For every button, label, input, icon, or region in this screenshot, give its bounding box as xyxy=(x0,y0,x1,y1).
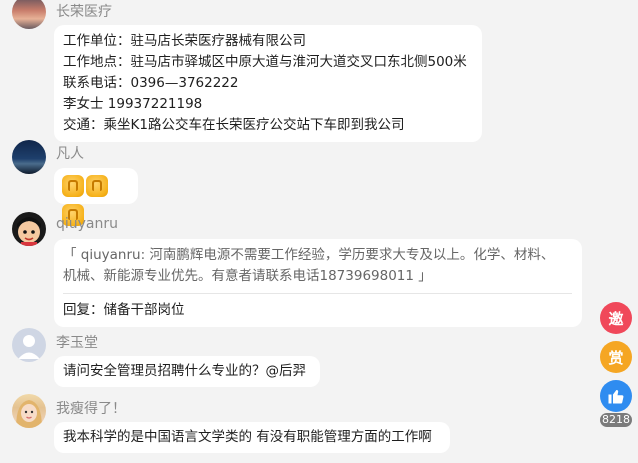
message-bubble: 我本科学的是中国语言文学类的 有没有职能管理方面的工作啊 xyxy=(54,422,450,453)
quote-line: 机械、新能源专业优先。有意者请联系电话18739698011 」 xyxy=(63,268,432,284)
avatar[interactable] xyxy=(12,140,46,174)
message-text: 我本科学的是中国语言文学类的 有没有职能管理方面的工作啊 xyxy=(63,429,432,445)
avatar[interactable] xyxy=(12,0,46,29)
thumbs-up-icon xyxy=(608,390,624,404)
reward-label: 赏 xyxy=(608,348,624,367)
username[interactable]: 我瘦得了！ xyxy=(56,398,126,418)
username[interactable]: 凡人 xyxy=(56,143,84,163)
default-user-icon xyxy=(18,335,40,359)
reply-text: 回复：储备干部岗位 xyxy=(63,302,185,318)
username[interactable]: 李玉堂 xyxy=(56,332,98,352)
message-line: 工作地点：驻马店市驿城区中原大道与淮河大道交叉口东北侧500米 xyxy=(63,54,467,70)
message-bubble: 工作单位：驻马店长荣医疗器械有限公司 工作地点：驻马店市驿城区中原大道与淮河大道… xyxy=(54,25,482,142)
username[interactable]: qiuyanru xyxy=(56,216,118,232)
avatar[interactable] xyxy=(12,328,46,362)
like-button[interactable] xyxy=(600,380,632,412)
message-line: 交通：乘坐K1路公交车在长荣医疗公交站下车即到我公司 xyxy=(63,117,405,133)
avatar[interactable] xyxy=(12,394,46,428)
message-line: 联系电话：0396—3762222 xyxy=(63,75,239,91)
thumbs-up-icon xyxy=(86,175,108,197)
message-line: 李女士 19937221198 xyxy=(63,96,203,112)
message-bubble xyxy=(54,168,138,226)
reward-button[interactable]: 赏 xyxy=(600,341,632,373)
avatar[interactable] xyxy=(12,212,46,246)
username[interactable]: 长荣医疗 xyxy=(56,1,112,21)
invite-label: 邀 xyxy=(608,309,624,328)
quote-line: 「 qiuyanru: 河南鹏辉电源不需要工作经验，学历要求大专及以上。化学、材… xyxy=(63,247,555,263)
message-text: 请问安全管理员招聘什么专业的？@后羿 xyxy=(63,363,306,379)
like-count-badge: 8218 xyxy=(600,413,632,427)
cartoon-face-icon xyxy=(17,217,41,246)
message-bubble: 请问安全管理员招聘什么专业的？@后羿 xyxy=(54,356,320,387)
girl-portrait-icon xyxy=(16,400,42,428)
thumbs-up-icon xyxy=(62,175,84,197)
quote-divider xyxy=(63,293,572,294)
message-line: 工作单位：驻马店长荣医疗器械有限公司 xyxy=(63,33,306,49)
invite-button[interactable]: 邀 xyxy=(600,302,632,334)
message-bubble: 「 qiuyanru: 河南鹏辉电源不需要工作经验，学历要求大专及以上。化学、材… xyxy=(54,239,582,327)
